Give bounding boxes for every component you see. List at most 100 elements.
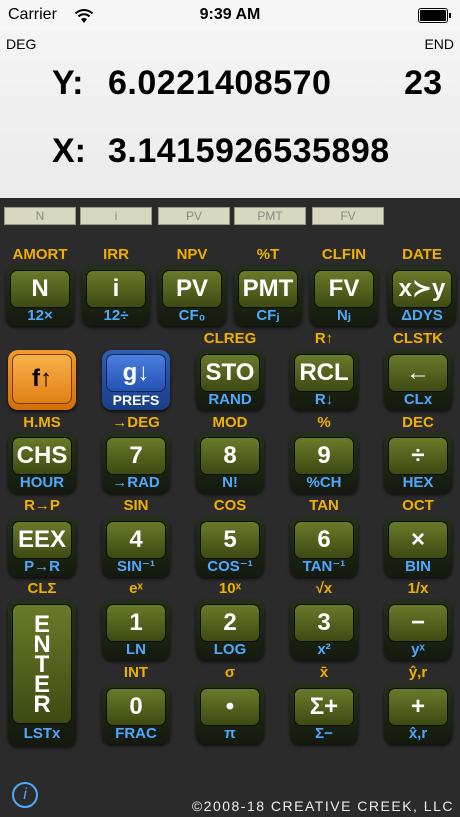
key-sub-label: R↓ xyxy=(314,391,334,408)
key-label: 1 xyxy=(106,604,166,642)
enter-key-sub-label: LSTx xyxy=(23,725,61,742)
key-sub-label: HEX xyxy=(402,474,434,491)
key-2-1[interactable]: 7 →RAD xyxy=(102,433,170,493)
key-label: FV xyxy=(314,270,374,308)
annunciator-2: PV xyxy=(158,207,230,225)
key-5-2[interactable]: Σ+ Σ− xyxy=(290,684,358,744)
key-label: 2 xyxy=(200,604,260,642)
key-1-1[interactable]: g↓ PREFS xyxy=(102,350,170,410)
key-label: x≻y xyxy=(392,270,452,308)
key-3-2[interactable]: 5 COS⁻¹ xyxy=(196,517,264,577)
key-0-1[interactable]: i 12÷ xyxy=(82,266,150,326)
key-shift-label: IRR xyxy=(103,246,129,263)
status-bar: Carrier 9:39 AM xyxy=(0,0,460,30)
key-sub-label: Σ− xyxy=(315,725,333,742)
key-sub-label: →RAD xyxy=(112,474,160,491)
key-1-0[interactable]: f↑ xyxy=(8,350,76,410)
key-4-3[interactable]: − yˣ xyxy=(384,600,452,660)
key-sub-label: BIN xyxy=(405,558,431,575)
key-label: + xyxy=(388,688,448,726)
key-label: 4 xyxy=(106,521,166,559)
key-label: g↓ xyxy=(106,354,166,392)
key-1-4[interactable]: ← CLx xyxy=(384,350,452,410)
key-sub-label: LN xyxy=(126,641,146,658)
key-shift-label: 1/x xyxy=(407,580,429,597)
battery-icon xyxy=(418,8,451,23)
key-shift-label: CLΣ xyxy=(27,580,57,597)
status-time: 9:39 AM xyxy=(199,6,261,23)
key-0-4[interactable]: FV Nⱼ xyxy=(310,266,378,326)
key-shift-label: DEC xyxy=(402,414,434,431)
key-shift-label: % xyxy=(317,414,331,431)
key-sub-label: CLx xyxy=(403,391,433,408)
key-sub-label: yˣ xyxy=(411,641,425,658)
key-0-0[interactable]: N 12× xyxy=(6,266,74,326)
annunciator-4: FV xyxy=(312,207,384,225)
key-sub-label: FRAC xyxy=(115,725,157,742)
info-icon[interactable]: i xyxy=(12,782,38,808)
key-shift-label: σ xyxy=(224,664,236,681)
key-shift-label: x̄ xyxy=(319,664,329,681)
enter-key[interactable]: ENTER LSTx xyxy=(8,600,76,746)
key-2-3[interactable]: 9 %CH xyxy=(290,433,358,493)
key-0-2[interactable]: PV CF₀ xyxy=(158,266,226,326)
y-register-label: Y: xyxy=(52,64,84,102)
key-shift-label: 10ˣ xyxy=(218,580,242,597)
key-shift-label: AMORT xyxy=(12,246,68,263)
key-shift-label: R↑ xyxy=(314,330,334,347)
key-sub-label: %CH xyxy=(306,474,342,491)
key-4-0[interactable]: 1 LN xyxy=(102,600,170,660)
key-4-1[interactable]: 2 LOG xyxy=(196,600,264,660)
key-label: EEX xyxy=(12,521,72,559)
key-label: Σ+ xyxy=(294,688,354,726)
key-3-0[interactable]: EEX P→R xyxy=(8,517,76,577)
key-1-2[interactable]: STO RAND xyxy=(196,350,264,410)
key-1-3[interactable]: RCL R↓ xyxy=(290,350,358,410)
key-5-1[interactable]: • π xyxy=(196,684,264,744)
key-sub-label: PREFS xyxy=(112,392,160,408)
key-label: 5 xyxy=(200,521,260,559)
key-label: 9 xyxy=(294,437,354,475)
key-shift-label: →DEG xyxy=(112,414,160,431)
key-shift-label: √x xyxy=(315,580,333,597)
key-shift-label: INT xyxy=(123,664,149,681)
key-shift-label: SIN xyxy=(123,497,149,514)
key-sub-label: P→R xyxy=(24,558,60,575)
key-3-1[interactable]: 4 SIN⁻¹ xyxy=(102,517,170,577)
key-2-0[interactable]: CHS HOUR xyxy=(8,433,76,493)
key-5-0[interactable]: 0 FRAC xyxy=(102,684,170,744)
key-sub-label: x̂,r xyxy=(408,725,428,742)
payment-mode: END xyxy=(424,36,454,52)
key-label: N xyxy=(10,270,70,308)
key-2-4[interactable]: ÷ HEX xyxy=(384,433,452,493)
key-label: × xyxy=(388,521,448,559)
key-shift-label: CLFIN xyxy=(321,246,367,263)
key-shift-label: DATE xyxy=(402,246,442,263)
key-0-5[interactable]: x≻y ΔDYS xyxy=(388,266,456,326)
key-sub-label: CF₀ xyxy=(178,307,206,324)
key-label: i xyxy=(86,270,146,308)
key-sub-label: COS⁻¹ xyxy=(207,558,253,575)
x-register-value: 3.1415926535898 xyxy=(108,132,390,170)
key-sub-label: 12÷ xyxy=(103,307,129,324)
key-label: CHS xyxy=(12,437,72,475)
key-shift-label: CLREG xyxy=(203,330,257,347)
x-register-label: X: xyxy=(52,132,86,170)
key-sub-label: N! xyxy=(222,474,238,491)
key-3-3[interactable]: 6 TAN⁻¹ xyxy=(290,517,358,577)
key-3-4[interactable]: × BIN xyxy=(384,517,452,577)
key-sub-label: RAND xyxy=(208,391,252,408)
key-4-2[interactable]: 3 x² xyxy=(290,600,358,660)
key-label: RCL xyxy=(294,354,354,392)
key-2-2[interactable]: 8 N! xyxy=(196,433,264,493)
key-shift-label: NPV xyxy=(176,246,208,263)
key-sub-label: LOG xyxy=(213,641,247,658)
key-shift-label: %T xyxy=(256,246,280,263)
key-sub-label: CFⱼ xyxy=(256,307,280,324)
key-label: ← xyxy=(388,354,448,392)
key-0-3[interactable]: PMT CFⱼ xyxy=(234,266,302,326)
key-label: − xyxy=(388,604,448,642)
key-label: • xyxy=(200,688,260,726)
key-shift-label: COS xyxy=(213,497,247,514)
key-5-3[interactable]: + x̂,r xyxy=(384,684,452,744)
